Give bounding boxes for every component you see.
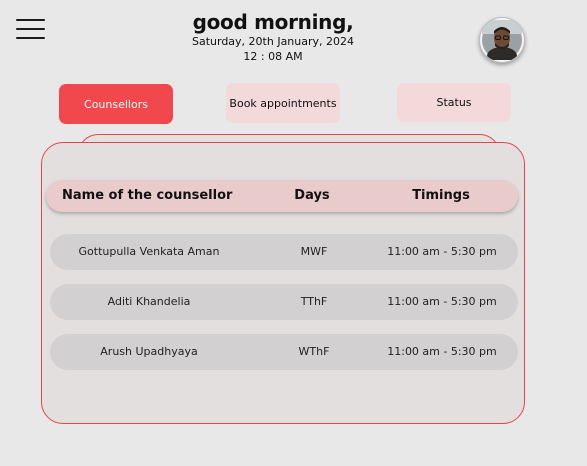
table-row[interactable]: Aditi Khandelia TThF 11:00 am - 5:30 pm xyxy=(50,284,518,320)
hamburger-menu-icon[interactable] xyxy=(16,19,45,41)
tab-status[interactable]: Status xyxy=(397,83,511,122)
counsellor-days: WThF xyxy=(298,345,330,358)
table-row[interactable]: Gottupulla Venkata Aman MWF 11:00 am - 5… xyxy=(50,234,518,270)
menu-line xyxy=(16,37,45,39)
date-text: Saturday, 20th January, 2024 xyxy=(191,35,355,48)
greeting-text: good morning, xyxy=(192,10,354,34)
header-days: Days xyxy=(294,188,330,203)
header-timings: Timings xyxy=(412,188,470,203)
counsellor-days: MWF xyxy=(300,245,328,258)
counsellor-days: TThF xyxy=(300,295,328,308)
table-header: Name of the counsellor Days Timings xyxy=(46,180,518,212)
tab-counsellors[interactable]: Counsellors xyxy=(59,84,173,124)
table-row[interactable]: Arush Upadhyaya WThF 11:00 am - 5:30 pm xyxy=(50,334,518,370)
counsellor-timings: 11:00 am - 5:30 pm xyxy=(387,295,497,308)
menu-line xyxy=(16,28,45,30)
profile-avatar[interactable] xyxy=(479,17,525,63)
time-text: 12 : 08 AM xyxy=(243,50,303,63)
counsellor-name: Arush Upadhyaya xyxy=(100,345,198,358)
menu-line xyxy=(16,19,45,21)
counsellor-name: Gottupulla Venkata Aman xyxy=(78,245,220,258)
greeting-block: good morning, Saturday, 20th January, 20… xyxy=(170,9,376,64)
header-name: Name of the counsellor xyxy=(62,188,233,203)
profile-photo xyxy=(482,20,522,60)
counsellor-timings: 11:00 am - 5:30 pm xyxy=(387,345,497,358)
counsellor-name: Aditi Khandelia xyxy=(107,295,191,308)
counsellor-timings: 11:00 am - 5:30 pm xyxy=(387,245,497,258)
tab-book-appointments[interactable]: Book appointments xyxy=(226,83,340,123)
